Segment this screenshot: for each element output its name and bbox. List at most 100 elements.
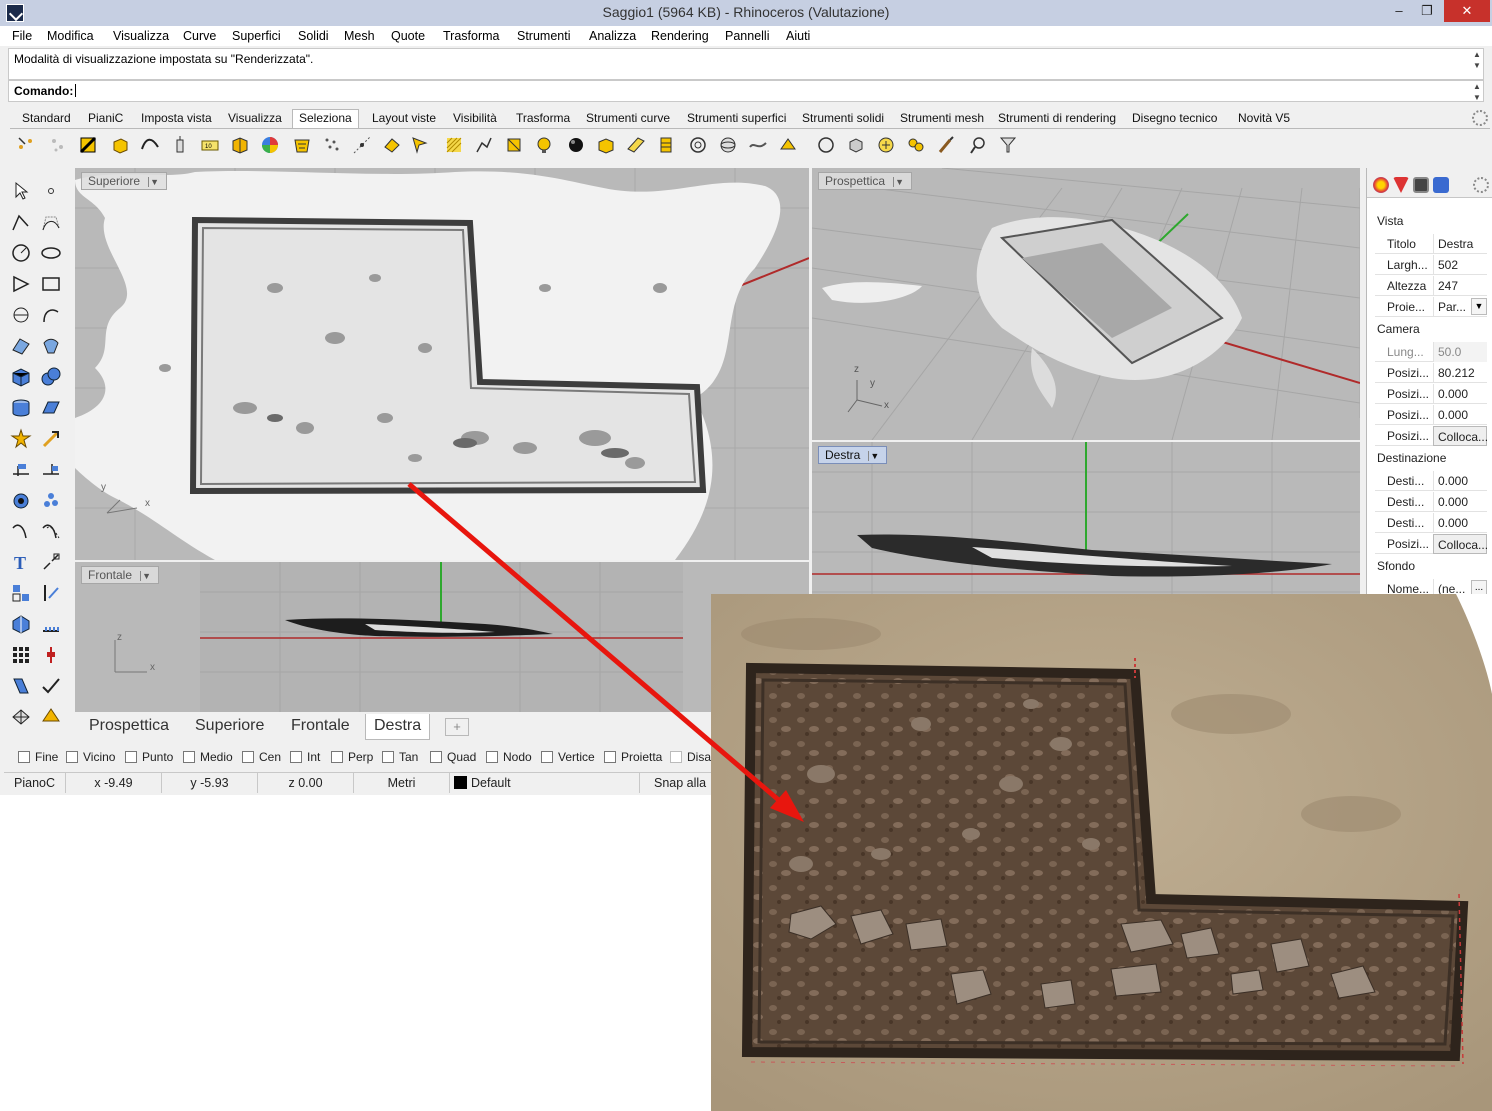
osnap-tan[interactable]: Tan — [382, 750, 418, 764]
select-brush-icon[interactable] — [936, 135, 956, 155]
curve-cv-icon[interactable] — [40, 212, 62, 234]
gumball-icon[interactable] — [40, 644, 62, 666]
cylinder-icon[interactable] — [10, 397, 32, 419]
arc-icon[interactable] — [40, 304, 62, 326]
select-grid-points-icon[interactable] — [352, 135, 372, 155]
osnap-punto[interactable]: Punto — [125, 750, 173, 764]
select-render-sphere-icon[interactable] — [566, 135, 586, 155]
select-closed-polysurfaces-icon[interactable] — [596, 135, 616, 155]
osnap-vertice-checkbox[interactable] — [541, 751, 553, 763]
osnap-fine-checkbox[interactable] — [18, 751, 30, 763]
tab-visibilita[interactable]: Visibilità — [453, 111, 497, 125]
osnap-nodo-checkbox[interactable] — [486, 751, 498, 763]
osnap-vicino-checkbox[interactable] — [66, 751, 78, 763]
selection-filter-icon[interactable] — [998, 135, 1018, 155]
panel-settings-gear-icon[interactable] — [1473, 177, 1489, 193]
solid-edit-icon[interactable] — [10, 613, 32, 635]
status-snap[interactable]: Snap alla — [640, 773, 720, 793]
prop-posizione-3-field[interactable]: 0.000 — [1433, 405, 1487, 425]
select-polysurfaces-icon[interactable] — [110, 135, 130, 155]
group-icon[interactable] — [10, 582, 32, 604]
add-viewport-tab-button[interactable]: + — [445, 718, 469, 736]
menu-trasforma[interactable]: Trasforma — [443, 29, 500, 43]
curve-from-object-icon[interactable] — [10, 520, 32, 542]
status-units[interactable]: Metri — [354, 773, 450, 793]
offset-curve-icon[interactable] — [40, 520, 62, 542]
analyze-icon[interactable] — [10, 675, 32, 697]
viewport-label-prospettica[interactable]: Prospettica ▼ — [818, 172, 913, 190]
loft-icon[interactable] — [40, 335, 62, 357]
history-scroll-arrows[interactable]: ▲ ▼ — [1471, 49, 1483, 71]
text-icon[interactable]: T — [10, 551, 32, 573]
fillet-curve-icon[interactable] — [10, 304, 32, 326]
tab-imposta-vista[interactable]: Imposta vista — [141, 111, 212, 125]
tab-layout-viste[interactable]: Layout viste — [372, 111, 436, 125]
array-icon[interactable] — [10, 644, 32, 666]
viewport-label-frontale[interactable]: Frontale ▼ — [81, 566, 160, 584]
osnap-quad[interactable]: Quad — [430, 750, 476, 764]
menu-mesh[interactable]: Mesh — [344, 29, 375, 43]
render-tools-icon[interactable] — [40, 705, 62, 727]
colloca-camera-button[interactable]: Colloca... — [1433, 426, 1488, 446]
select-open-surfaces-icon[interactable] — [382, 135, 402, 155]
status-cplane[interactable]: PianoC — [4, 773, 66, 793]
select-planar-curves-icon[interactable] — [778, 135, 798, 155]
select-duplicates-icon[interactable] — [906, 135, 926, 155]
viewport-label-superiore[interactable]: Superiore ▼ — [81, 172, 168, 190]
osnap-disa[interactable]: Disa — [670, 750, 711, 764]
prop-destinazione-3-field[interactable]: 0.000 — [1433, 513, 1487, 533]
scale-icon[interactable] — [40, 428, 62, 450]
osnap-int-checkbox[interactable] — [290, 751, 302, 763]
osnap-cen-checkbox[interactable] — [242, 751, 254, 763]
select-by-color-icon[interactable] — [260, 135, 280, 155]
dimension-icon[interactable] — [10, 458, 32, 480]
ellipse-icon[interactable] — [40, 242, 62, 264]
viewport-front[interactable]: z x Frontale ▼ — [75, 562, 809, 712]
viewport-label-destra[interactable]: Destra ▼ — [818, 446, 888, 464]
menu-strumenti[interactable]: Strumenti — [517, 29, 571, 43]
help-tab-icon[interactable] — [1433, 177, 1449, 193]
viewport-menu-dropdown-icon[interactable]: ▼ — [893, 177, 905, 187]
points-on-object-icon[interactable] — [40, 489, 62, 511]
display-tab-icon[interactable] — [1413, 177, 1429, 193]
circle-icon[interactable] — [10, 242, 32, 264]
osnap-cen[interactable]: Cen — [242, 750, 281, 764]
command-line[interactable]: Comando: ▲ ▼ — [8, 80, 1484, 102]
viewport-menu-dropdown-icon[interactable]: ▼ — [148, 177, 160, 187]
menu-modifica[interactable]: Modifica — [47, 29, 94, 43]
select-lights-bulb-icon[interactable] — [534, 135, 554, 155]
menu-curve[interactable]: Curve — [183, 29, 216, 43]
osnap-tan-checkbox[interactable] — [382, 751, 394, 763]
tab-strumenti-curve[interactable]: Strumenti curve — [586, 111, 670, 125]
tab-pianic[interactable]: PianiC — [88, 111, 123, 125]
box-icon[interactable] — [10, 366, 32, 388]
transform-star-icon[interactable] — [10, 428, 32, 450]
tab-strumenti-solidi[interactable]: Strumenti solidi — [802, 111, 884, 125]
surface-from-points-icon[interactable] — [10, 335, 32, 357]
tab-seleziona[interactable]: Seleziona — [292, 109, 359, 128]
chevron-down-icon[interactable]: ▼ — [1471, 298, 1487, 315]
select-meshes-icon[interactable] — [292, 135, 312, 155]
select-polylines-icon[interactable] — [474, 135, 494, 155]
select-arrow-icon[interactable] — [10, 180, 32, 202]
mesh-tools-icon[interactable] — [10, 705, 32, 727]
prop-titolo-field[interactable]: Destra — [1433, 234, 1487, 254]
osnap-proietta[interactable]: Proietta — [604, 750, 662, 764]
osnap-nodo[interactable]: Nodo — [486, 750, 532, 764]
osnap-int[interactable]: Int — [290, 750, 320, 764]
select-circles-icon[interactable] — [688, 135, 708, 155]
menu-analizza[interactable]: Analizza — [589, 29, 636, 43]
select-planar-surfaces-icon[interactable] — [626, 135, 646, 155]
select-hatch-icon[interactable] — [444, 135, 464, 155]
osnap-quad-checkbox[interactable] — [430, 751, 442, 763]
menu-pannelli[interactable]: Pannelli — [725, 29, 769, 43]
select-lights-icon[interactable] — [170, 135, 190, 155]
tab-standard[interactable]: Standard — [22, 111, 71, 125]
osnap-perp[interactable]: Perp — [331, 750, 373, 764]
tab-strumenti-rendering[interactable]: Strumenti di rendering — [998, 111, 1116, 125]
toolbar-settings-gear-icon[interactable] — [1472, 110, 1488, 126]
menu-file[interactable]: File — [12, 29, 32, 43]
osnap-fine[interactable]: Fine — [18, 750, 58, 764]
restore-button[interactable]: ❐ — [1412, 0, 1442, 22]
viewport-perspective[interactable]: z y x Prospettica ▼ — [812, 168, 1360, 440]
